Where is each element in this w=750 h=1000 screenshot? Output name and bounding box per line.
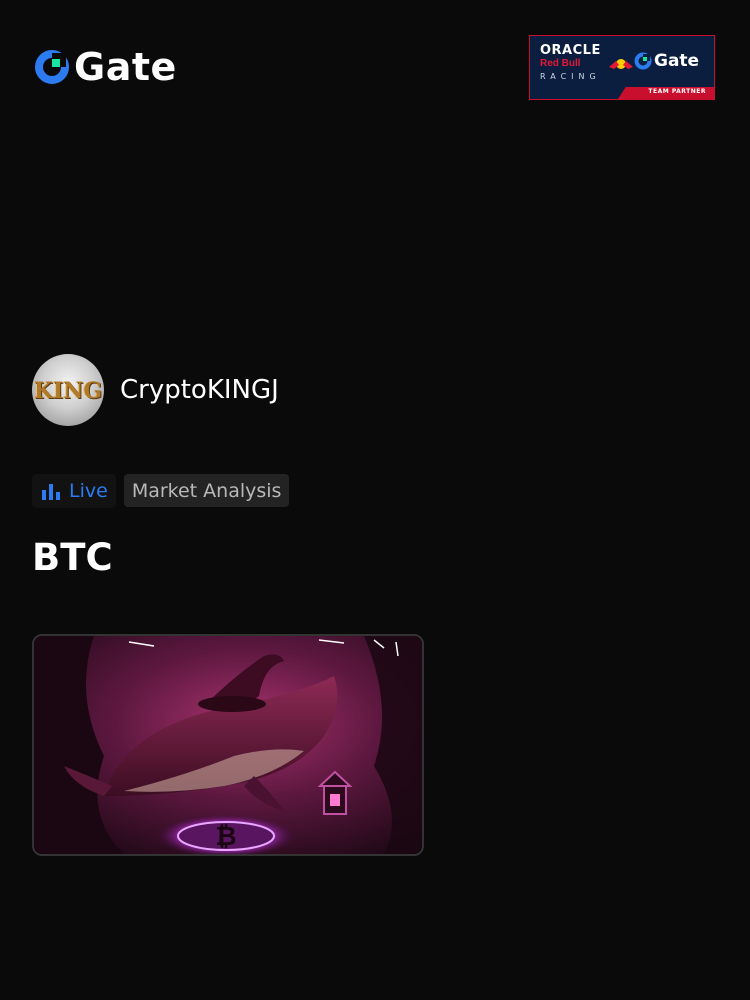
post-tags: Live Market Analysis: [32, 474, 290, 508]
partner-redbull-text: Red Bull: [540, 58, 581, 69]
live-tag-label: Live: [69, 480, 108, 502]
author-name[interactable]: CryptoKINGJ: [120, 375, 279, 405]
post-image[interactable]: ₿: [32, 634, 424, 856]
gate-logo[interactable]: Gate: [34, 48, 177, 86]
team-partner-label: TEAM PARTNER: [648, 88, 706, 95]
author-row[interactable]: KING CryptoKINGJ: [32, 354, 279, 426]
brand-name: Gate: [74, 45, 177, 89]
partner-gate-logo: Gate: [634, 52, 699, 70]
category-tag-label: Market Analysis: [131, 479, 282, 502]
redbull-bull-icon: [609, 59, 633, 69]
partner-gate-icon: [634, 52, 652, 70]
team-partner-strip: TEAM PARTNER: [618, 87, 714, 99]
gate-logo-icon: [35, 50, 69, 84]
partner-racing-text: RACING: [540, 72, 601, 81]
partner-banner[interactable]: ORACLE Red Bull RACING Gate TEAM PARTNER: [529, 35, 715, 100]
post-title: BTC: [32, 536, 113, 579]
avatar[interactable]: KING: [32, 354, 104, 426]
partner-gate-text: Gate: [654, 50, 700, 71]
avatar-logo-text: KING: [33, 378, 103, 404]
bitcoin-whale-image: ₿: [34, 636, 422, 854]
bar-chart-icon: [42, 484, 60, 500]
category-tag[interactable]: Market Analysis: [123, 474, 290, 507]
live-tag[interactable]: Live: [32, 474, 116, 508]
partner-oracle-text: ORACLE: [540, 43, 601, 58]
svg-text:₿: ₿: [215, 822, 236, 852]
